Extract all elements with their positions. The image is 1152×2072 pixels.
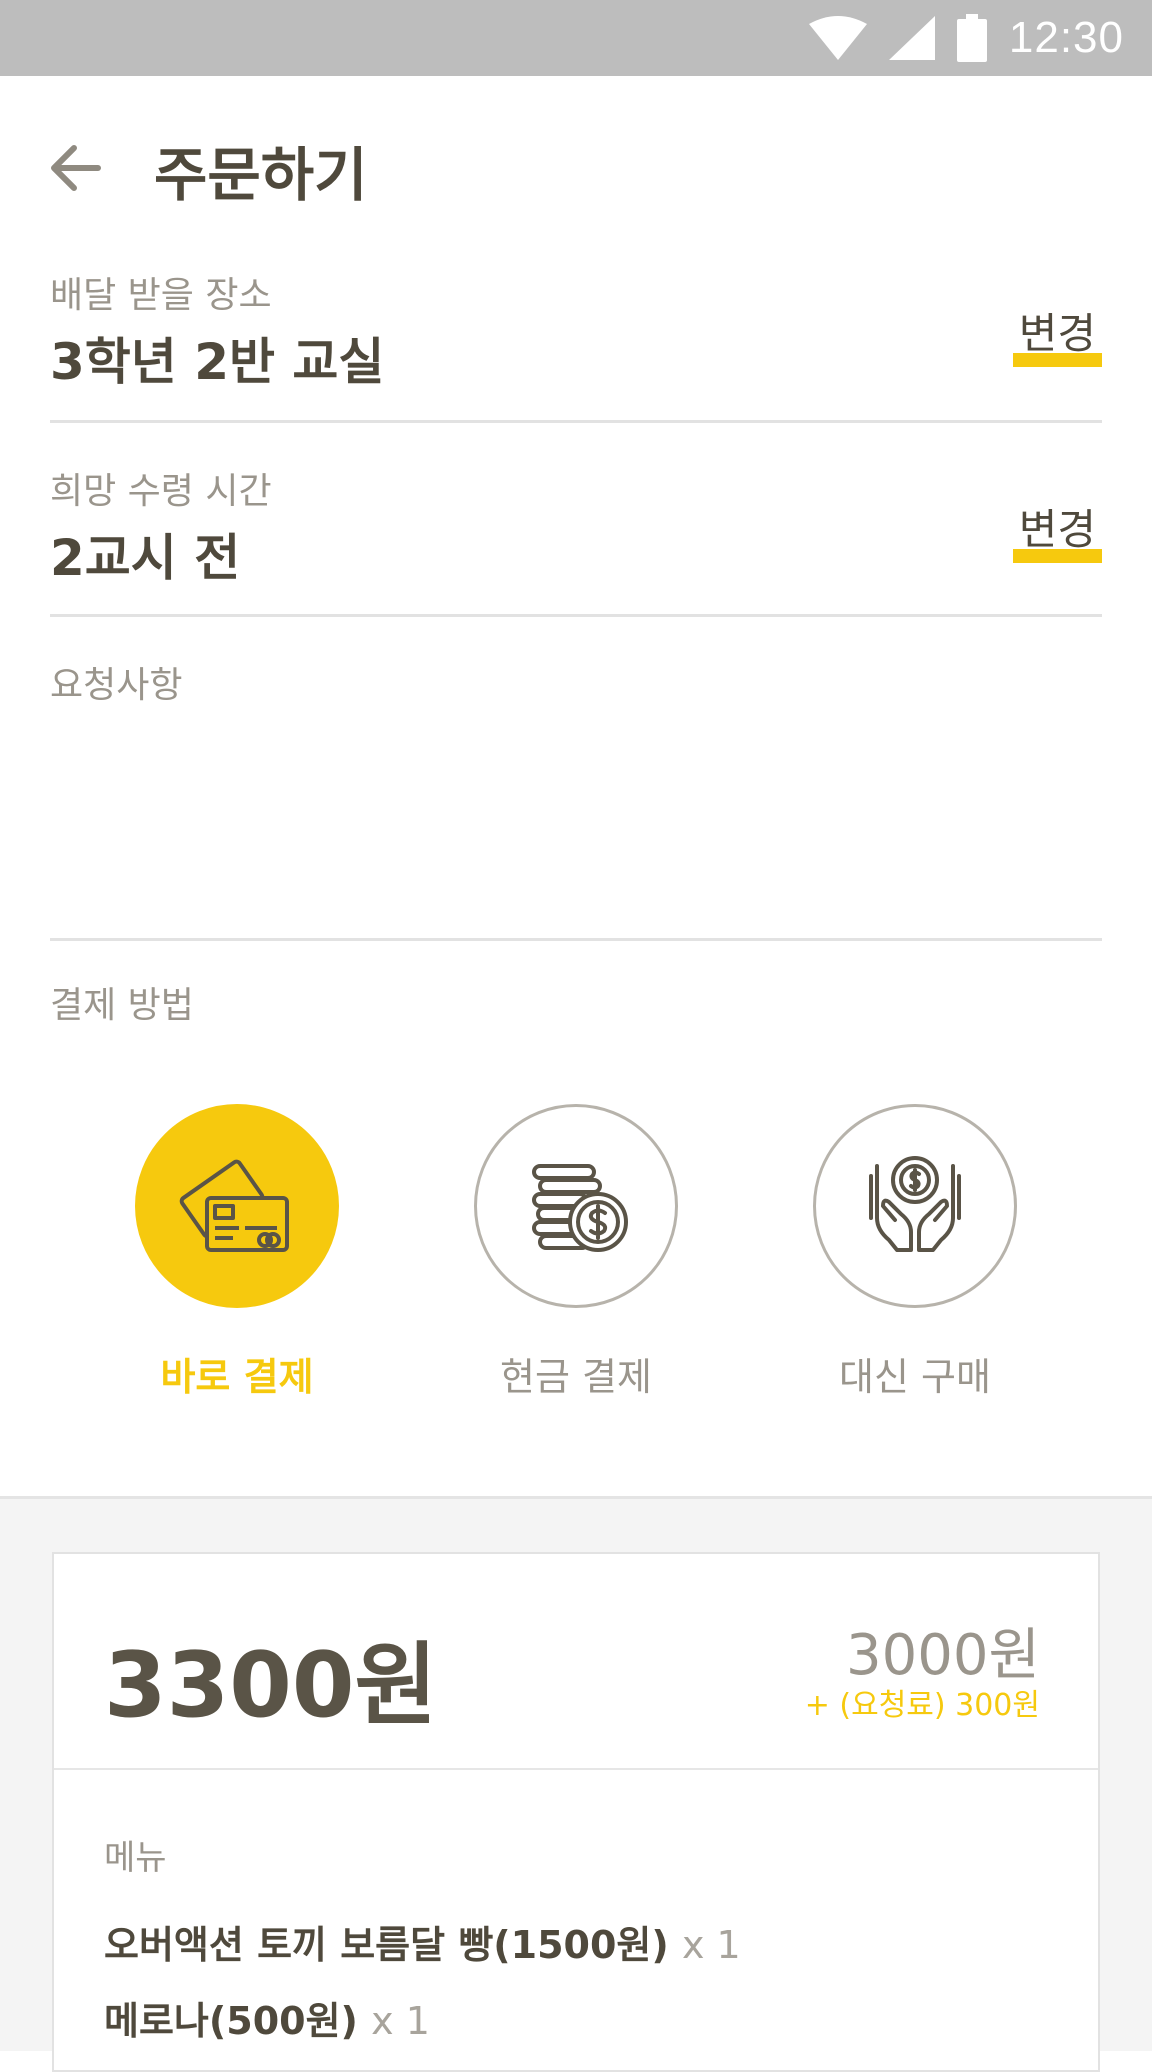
pickup-time-label: 희망 수령 시간	[50, 471, 272, 512]
hands-coin-icon	[869, 1156, 961, 1252]
menu-label: 메뉴	[104, 1838, 167, 1878]
payment-method-label: 결제 방법	[50, 985, 194, 1026]
signal-icon	[888, 16, 935, 60]
payment-option-circle	[135, 1104, 339, 1308]
menu-item-qty: x 1	[371, 1999, 430, 2043]
delivery-change-button[interactable]: 변경	[1012, 300, 1102, 367]
pickup-time-value: 2교시 전	[50, 529, 241, 587]
subtotal-price: 3000원	[845, 1623, 1040, 1688]
credit-card-icon	[179, 1159, 289, 1252]
payment-option-label: 대신 구매	[839, 1355, 991, 1399]
order-summary-card: 3300원 3000원 + (요청료) 300원 메뉴 오버액션 토끼 보름달 …	[52, 1552, 1100, 2072]
menu-item-qty: x 1	[681, 1923, 741, 1967]
pickup-time-row: 희망 수령 시간 2교시 전 변경	[50, 462, 1102, 617]
request-label: 요청사항	[50, 665, 183, 706]
payment-option-label: 현금 결제	[500, 1355, 652, 1399]
menu-item: 오버액션 토끼 보름달 빵(1500원) x 1	[104, 1914, 741, 1969]
page-title: 주문하기	[154, 141, 368, 209]
status-bar: 12:30	[0, 0, 1152, 76]
menu-item-name: 오버액션 토끼 보름달 빵(1500원)	[104, 1923, 669, 1967]
payment-option-circle	[813, 1104, 1017, 1308]
menu-item-name: 메로나(500원)	[104, 1999, 358, 2043]
status-time: 12:30	[1008, 13, 1124, 62]
divider	[54, 1768, 1098, 1770]
battery-icon	[956, 14, 987, 62]
delivery-location-label: 배달 받을 장소	[50, 275, 272, 316]
payment-option-proxy[interactable]: 대신 구매	[810, 1104, 1020, 1401]
delivery-location-value: 3학년 2반 교실	[50, 333, 385, 391]
arrow-left-icon[interactable]	[46, 138, 106, 198]
menu-item: 메로나(500원) x 1	[104, 1990, 430, 2045]
delivery-location-row: 배달 받을 장소 3학년 2반 교실 변경	[50, 266, 1102, 423]
payment-option-direct[interactable]: 바로 결제	[132, 1104, 342, 1401]
total-price: 3300원	[104, 1633, 438, 1738]
coins-icon	[532, 1164, 628, 1252]
request-field[interactable]: 요청사항	[50, 620, 1102, 941]
pickup-time-change-button[interactable]: 변경	[1012, 496, 1102, 563]
payment-option-label: 바로 결제	[160, 1355, 314, 1399]
request-fee: + (요청료) 300원	[804, 1688, 1040, 1723]
payment-option-circle	[474, 1104, 678, 1308]
app-bar: 주문하기	[0, 76, 1152, 256]
payment-option-cash[interactable]: 현금 결제	[471, 1104, 681, 1401]
wifi-icon	[808, 16, 867, 60]
